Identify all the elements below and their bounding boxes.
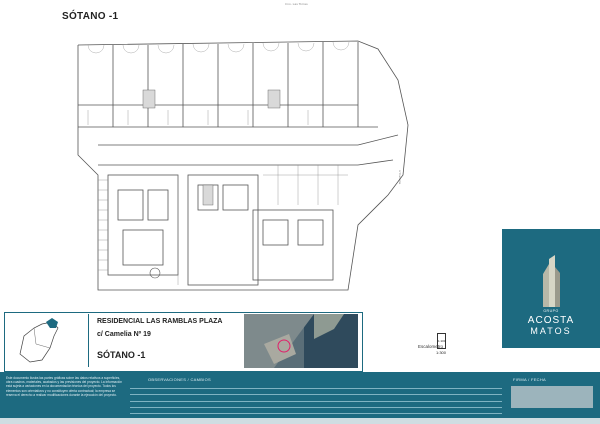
project-street: c/ Camelia Nº 19 bbox=[97, 331, 151, 338]
logo-name-line2: MATOS bbox=[530, 326, 572, 336]
logo-name-line1: ACOSTA bbox=[527, 315, 575, 326]
disclaimer-text: Este documento ilustra las partes gráfic… bbox=[6, 376, 123, 397]
bottom-strip bbox=[0, 418, 600, 424]
project-name: RESIDENCIAL LAS RAMBLAS PLAZA bbox=[97, 318, 223, 325]
island-locator-icon bbox=[19, 318, 59, 363]
building-logo-icon bbox=[543, 255, 560, 307]
scale-value: 1:300 bbox=[436, 350, 447, 355]
island-map bbox=[10, 314, 89, 367]
observations-label: OBSERVACIONES / CAMBIOS bbox=[148, 377, 211, 382]
logo-subtitle: GRUPO bbox=[543, 309, 559, 313]
scale-bar: 1:100 bbox=[437, 333, 446, 349]
signature-label: FIRMA / FECHA bbox=[513, 377, 547, 382]
street-label-top: Cno. Las Torres bbox=[285, 2, 308, 6]
floor-plan bbox=[77, 40, 409, 291]
company-logo-box: GRUPO ACOSTA MATOS bbox=[502, 229, 600, 348]
observations-lines[interactable] bbox=[130, 383, 502, 414]
signature-field[interactable] bbox=[511, 386, 593, 408]
aerial-photo bbox=[244, 314, 358, 368]
scale-bar-text: 1:100 bbox=[438, 339, 446, 343]
sheet-title: SÓTANO -1 bbox=[62, 11, 119, 22]
project-level: SÓTANO -1 bbox=[97, 350, 146, 360]
